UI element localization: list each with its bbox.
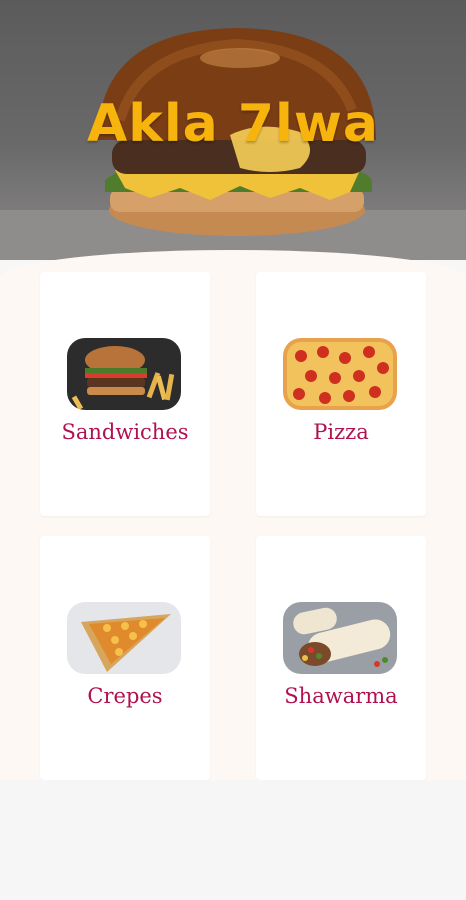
category-label: Crepes [87,684,163,708]
category-label: Pizza [313,420,369,444]
header-banner: Akla 7lwa [0,0,466,260]
category-grid: Sandwiches Pizza Crepes Shawarma [0,250,466,780]
footer-area [0,780,466,900]
pizza-image [283,338,397,410]
sandwiches-image [67,338,181,410]
category-card-crepes[interactable]: Crepes [40,536,210,780]
category-card-sandwiches[interactable]: Sandwiches [40,272,210,516]
app-title: Akla 7lwa [87,94,379,154]
shawarma-image [283,602,397,674]
category-label: Sandwiches [61,420,189,444]
category-label: Shawarma [284,684,398,708]
category-card-shawarma[interactable]: Shawarma [256,536,426,780]
crepes-image [67,602,181,674]
category-card-pizza[interactable]: Pizza [256,272,426,516]
